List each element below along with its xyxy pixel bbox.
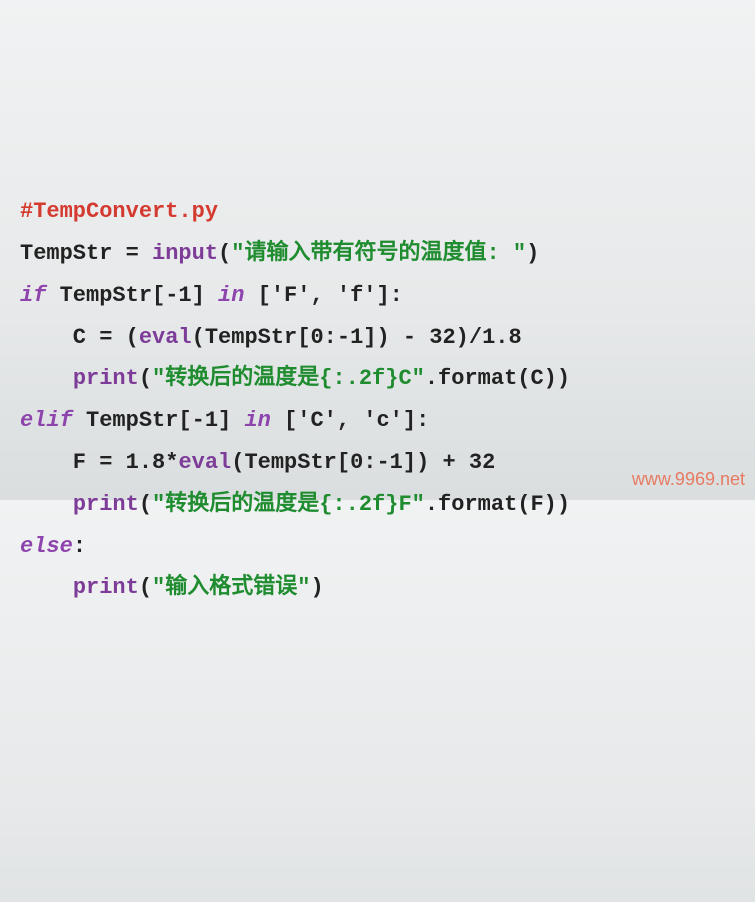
input-prompt-string: "请输入带有符号的温度值: " xyxy=(231,241,526,266)
f-assign: F = 1.8* xyxy=(20,450,178,475)
if-cond: TempStr[-1] xyxy=(46,283,218,308)
else-keyword: else xyxy=(20,534,73,559)
f-eval-args: (TempStr[0:-1]) + 32 xyxy=(231,450,495,475)
print-str-f: "转换后的温度是{:.2f}F" xyxy=(152,492,425,517)
c-eval-args: (TempStr[0:-1]) - 32)/1.8 xyxy=(192,325,522,350)
paren: ) xyxy=(526,241,539,266)
print-rest: .format(C)) xyxy=(425,366,570,391)
c-assign: C = ( xyxy=(20,325,139,350)
paren: ( xyxy=(139,492,152,517)
print-str-c: "转换后的温度是{:.2f}C" xyxy=(152,366,425,391)
print-rest: .format(F)) xyxy=(425,492,570,517)
elif-cond: TempStr[-1] xyxy=(73,408,245,433)
paren: ( xyxy=(139,366,152,391)
if-keyword: if xyxy=(20,283,46,308)
paren: ( xyxy=(139,575,152,600)
in-keyword: in xyxy=(218,283,244,308)
print-fn: print xyxy=(73,366,139,391)
if-list: ['F', 'f']: xyxy=(244,283,402,308)
code-block: #TempConvert.py TempStr = input("请输入带有符号… xyxy=(20,191,735,609)
eval-fn: eval xyxy=(178,450,231,475)
print-fn: print xyxy=(73,492,139,517)
paren: ) xyxy=(310,575,323,600)
indent xyxy=(20,492,73,517)
assign-tempstr: TempStr = xyxy=(20,241,152,266)
eval-fn: eval xyxy=(139,325,192,350)
elif-list: ['C', 'c']: xyxy=(271,408,429,433)
colon: : xyxy=(73,534,86,559)
input-fn: input xyxy=(152,241,218,266)
comment-line: #TempConvert.py xyxy=(20,199,218,224)
in-keyword: in xyxy=(244,408,270,433)
indent xyxy=(20,366,73,391)
indent xyxy=(20,575,73,600)
elif-keyword: elif xyxy=(20,408,73,433)
print-fn: print xyxy=(73,575,139,600)
print-str-err: "输入格式错误" xyxy=(152,575,310,600)
watermark-text: www.9969.net xyxy=(632,462,745,496)
paren: ( xyxy=(218,241,231,266)
